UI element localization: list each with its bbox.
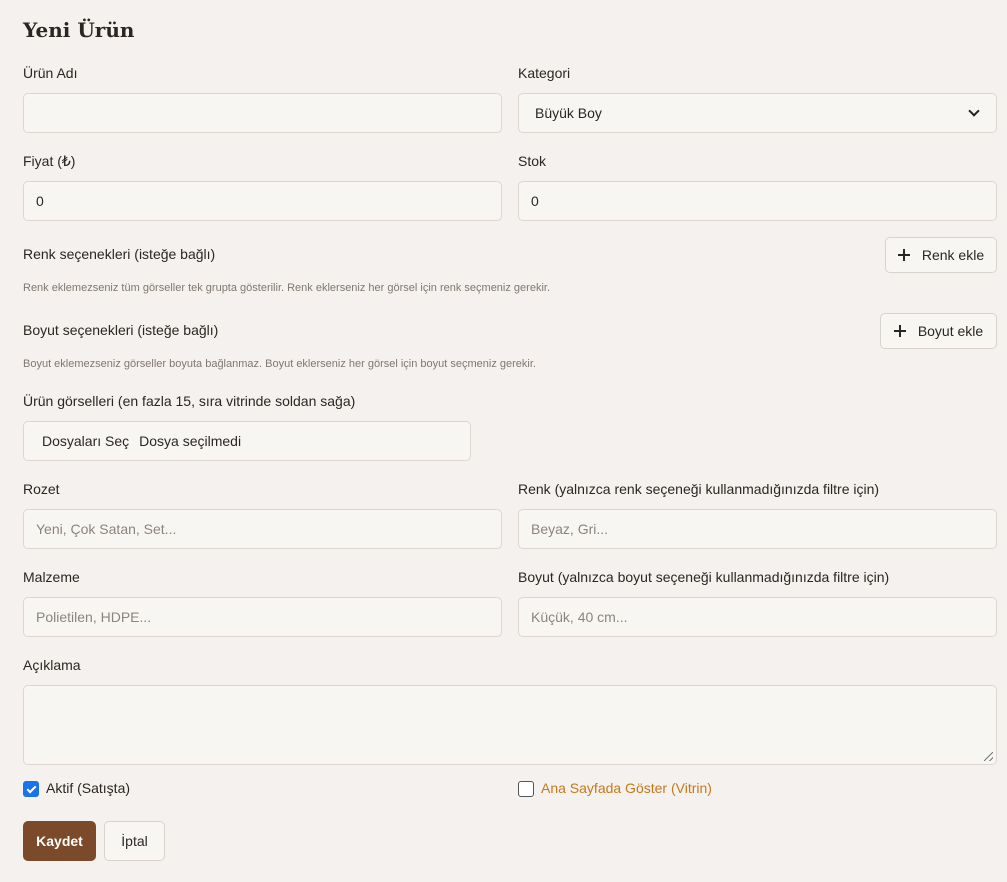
size-options-help: Boyut eklemezseniz görseller boyuta bağl… [23, 358, 536, 370]
price-input[interactable] [23, 181, 502, 221]
material-input[interactable] [23, 597, 502, 637]
showcase-checkbox-label[interactable]: Ana Sayfada Göster (Vitrin) [541, 780, 712, 796]
page-title: Yeni Ürün [23, 18, 135, 42]
product-name-label: Ürün Adı [23, 65, 78, 81]
size-filter-label: Boyut (yalnızca boyut seçeneği kullanmad… [518, 569, 890, 585]
size-options-label: Boyut seçenekleri (isteğe bağlı) [23, 322, 219, 338]
plus-icon [893, 325, 906, 337]
description-label: Açıklama [23, 657, 81, 673]
active-checkbox[interactable] [23, 781, 39, 797]
category-selected-value: Büyük Boy [535, 105, 602, 121]
plus-icon [897, 249, 910, 261]
price-label: Fiyat (₺) [23, 153, 76, 169]
checkmark-icon [26, 783, 36, 793]
category-label: Kategori [518, 65, 571, 81]
file-status-text: Dosya seçilmedi [139, 433, 242, 449]
choose-files-button[interactable]: Dosyaları Seç [42, 433, 129, 449]
new-product-page: Yeni Ürün Ürün Adı Kategori Büyük Boy Fi… [0, 0, 1007, 882]
save-button[interactable]: Kaydet [23, 821, 96, 861]
category-select[interactable]: Büyük Boy [518, 93, 997, 133]
color-filter-input[interactable] [518, 509, 997, 549]
active-checkbox-label[interactable]: Aktif (Satışta) [46, 780, 130, 796]
add-color-button-label: Renk ekle [921, 247, 985, 263]
stock-input[interactable] [518, 181, 997, 221]
product-images-label: Ürün görselleri (en fazla 15, sıra vitri… [23, 393, 356, 409]
product-name-input[interactable] [23, 93, 502, 133]
resize-handle-icon[interactable] [984, 752, 993, 761]
showcase-checkbox[interactable] [518, 781, 534, 797]
color-options-label: Renk seçenekleri (isteğe bağlı) [23, 246, 216, 262]
color-filter-label: Renk (yalnızca renk seçeneği kullanmadığ… [518, 481, 880, 497]
size-filter-input[interactable] [518, 597, 997, 637]
description-wrapper [23, 685, 997, 765]
add-color-button[interactable]: Renk ekle [885, 237, 997, 273]
cancel-button[interactable]: İptal [104, 821, 165, 861]
badge-input[interactable] [23, 509, 502, 549]
description-textarea[interactable] [23, 685, 997, 765]
stock-label: Stok [518, 153, 547, 169]
material-label: Malzeme [23, 569, 80, 585]
chevron-down-icon [968, 105, 980, 117]
product-images-file-input[interactable]: Dosyaları Seç Dosya seçilmedi [23, 421, 471, 461]
color-options-help: Renk eklemezseniz tüm görseller tek grup… [23, 282, 551, 294]
add-size-button-label: Boyut ekle [917, 323, 984, 339]
badge-label: Rozet [23, 481, 60, 497]
add-size-button[interactable]: Boyut ekle [880, 313, 997, 349]
